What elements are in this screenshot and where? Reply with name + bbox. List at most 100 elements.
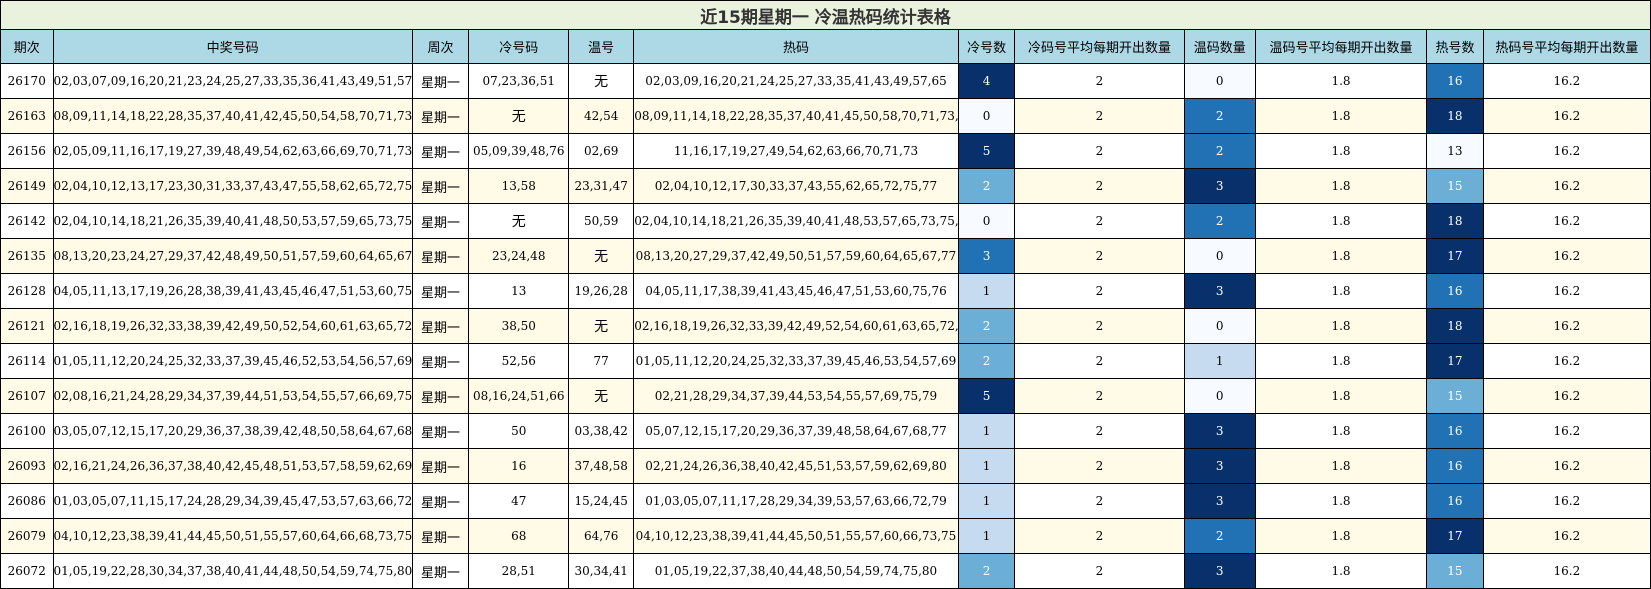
cell-numbers: 02,04,10,14,18,21,26,35,39,40,41,48,50,5…: [52, 203, 413, 239]
cell-hot-count: 18: [1426, 203, 1484, 239]
cell-warm-numbers: 23,31,47: [568, 168, 635, 204]
cell-cold-avg: 2: [1014, 413, 1185, 449]
table-row: 26079 04,10,12,23,38,39,41,44,45,50,51,55…: [0, 518, 1651, 554]
cell-issue: 26156: [0, 133, 54, 169]
cell-hot-count: 15: [1426, 378, 1484, 414]
cell-warm-count: 1: [1183, 343, 1256, 379]
cell-warm-numbers: 30,34,41: [568, 553, 635, 589]
cell-issue: 26142: [0, 203, 54, 239]
cell-hot-avg: 16.2: [1482, 63, 1651, 99]
cell-warm-avg: 1.8: [1254, 518, 1428, 554]
cell-issue: 26107: [0, 378, 54, 414]
cell-warm-count: 0: [1183, 63, 1256, 99]
cell-cold-count: 1: [957, 483, 1016, 519]
cell-warm-avg: 1.8: [1254, 448, 1428, 484]
cell-issue: 26163: [0, 98, 54, 134]
cell-hot-count: 16: [1426, 483, 1484, 519]
cell-weekday: 星期一: [411, 98, 470, 134]
cell-cold-avg: 2: [1014, 343, 1185, 379]
cell-weekday: 星期一: [411, 63, 470, 99]
cell-numbers: 01,05,11,12,20,24,25,32,33,37,39,45,46,5…: [52, 343, 413, 379]
cell-hot-avg: 16.2: [1482, 203, 1651, 239]
cell-cold-count: 0: [957, 203, 1016, 239]
cell-cold-avg: 2: [1014, 553, 1185, 589]
cell-hot-avg: 16.2: [1482, 238, 1651, 274]
cell-warm-avg: 1.8: [1254, 413, 1428, 449]
col-header-warm-count: 温码数量: [1183, 29, 1256, 64]
cell-warm-avg: 1.8: [1254, 238, 1428, 274]
col-header-cold-count: 冷号数: [957, 29, 1016, 64]
cell-hot-avg: 16.2: [1482, 483, 1651, 519]
cell-issue: 26114: [0, 343, 54, 379]
cell-cold-numbers: 16: [468, 448, 570, 484]
cell-numbers: 02,16,21,24,26,36,37,38,40,42,45,48,51,5…: [52, 448, 413, 484]
cell-warm-avg: 1.8: [1254, 343, 1428, 379]
cell-warm-avg: 1.8: [1254, 133, 1428, 169]
col-header-issue: 期次: [0, 29, 54, 64]
cell-warm-count: 0: [1183, 308, 1256, 344]
cell-hot-avg: 16.2: [1482, 168, 1651, 204]
cell-hot-avg: 16.2: [1482, 343, 1651, 379]
cell-weekday: 星期一: [411, 203, 470, 239]
cell-numbers: 02,04,10,12,13,17,23,30,31,33,37,43,47,5…: [52, 168, 413, 204]
table-row: 26149 02,04,10,12,13,17,23,30,31,33,37,43…: [0, 168, 1651, 204]
cell-warm-avg: 1.8: [1254, 273, 1428, 309]
cell-cold-count: 2: [957, 308, 1016, 344]
cell-hot-count: 17: [1426, 238, 1484, 274]
cell-issue: 26121: [0, 308, 54, 344]
cell-weekday: 星期一: [411, 238, 470, 274]
cell-warm-numbers: 无: [568, 378, 635, 414]
cell-weekday: 星期一: [411, 133, 470, 169]
cell-cold-count: 4: [957, 63, 1016, 99]
col-header-numbers: 中奖号码: [52, 29, 413, 64]
cell-cold-avg: 2: [1014, 168, 1185, 204]
cell-hot-count: 17: [1426, 518, 1484, 554]
cell-weekday: 星期一: [411, 483, 470, 519]
cell-hot-numbers: 04,10,12,23,38,39,41,44,45,50,51,55,57,6…: [633, 518, 959, 554]
cell-hot-avg: 16.2: [1482, 448, 1651, 484]
cell-cold-count: 3: [957, 238, 1016, 274]
cell-warm-avg: 1.8: [1254, 378, 1428, 414]
cell-warm-numbers: 37,48,58: [568, 448, 635, 484]
cell-warm-numbers: 无: [568, 238, 635, 274]
cell-weekday: 星期一: [411, 413, 470, 449]
cell-cold-count: 1: [957, 518, 1016, 554]
cell-warm-numbers: 15,24,45: [568, 483, 635, 519]
cell-weekday: 星期一: [411, 378, 470, 414]
cell-issue: 26170: [0, 63, 54, 99]
cell-numbers: 01,03,05,07,11,15,17,24,28,29,34,39,45,4…: [52, 483, 413, 519]
cell-hot-numbers: 05,07,12,15,17,20,29,36,37,39,48,58,64,6…: [633, 413, 959, 449]
col-header-hot-count: 热号数: [1426, 29, 1484, 64]
cell-warm-count: 2: [1183, 133, 1256, 169]
table-row: 26142 02,04,10,14,18,21,26,35,39,40,41,48…: [0, 203, 1651, 239]
cell-cold-count: 1: [957, 448, 1016, 484]
cell-hot-count: 15: [1426, 168, 1484, 204]
cell-issue: 26086: [0, 483, 54, 519]
col-header-weekday: 周次: [411, 29, 470, 64]
cell-warm-avg: 1.8: [1254, 168, 1428, 204]
cell-cold-numbers: 07,23,36,51: [468, 63, 570, 99]
cell-hot-numbers: 02,03,09,16,20,21,24,25,27,33,35,41,43,4…: [633, 63, 959, 99]
cell-warm-numbers: 03,38,42: [568, 413, 635, 449]
cell-warm-count: 2: [1183, 518, 1256, 554]
cell-cold-avg: 2: [1014, 63, 1185, 99]
cell-cold-numbers: 13: [468, 273, 570, 309]
cell-hot-numbers: 11,16,17,19,27,49,54,62,63,66,70,71,73: [633, 133, 959, 169]
cell-cold-avg: 2: [1014, 378, 1185, 414]
table-row: 26100 03,05,07,12,15,17,20,29,36,37,38,39…: [0, 413, 1651, 449]
cell-hot-numbers: 01,05,11,12,20,24,25,32,33,37,39,45,46,5…: [633, 343, 959, 379]
cell-cold-count: 5: [957, 133, 1016, 169]
cell-hot-count: 16: [1426, 273, 1484, 309]
cell-numbers: 02,16,18,19,26,32,33,38,39,42,49,50,52,5…: [52, 308, 413, 344]
cell-cold-avg: 2: [1014, 273, 1185, 309]
table-row: 26163 08,09,11,14,18,22,28,35,37,40,41,42…: [0, 98, 1651, 134]
cell-issue: 26072: [0, 553, 54, 589]
cell-cold-count: 2: [957, 343, 1016, 379]
cell-warm-numbers: 19,26,28: [568, 273, 635, 309]
cell-warm-count: 0: [1183, 378, 1256, 414]
cell-numbers: 08,09,11,14,18,22,28,35,37,40,41,42,45,5…: [52, 98, 413, 134]
cell-hot-avg: 16.2: [1482, 413, 1651, 449]
cell-cold-avg: 2: [1014, 518, 1185, 554]
cell-hot-numbers: 02,16,18,19,26,32,33,39,42,49,52,54,60,6…: [633, 308, 959, 344]
cell-warm-count: 3: [1183, 483, 1256, 519]
